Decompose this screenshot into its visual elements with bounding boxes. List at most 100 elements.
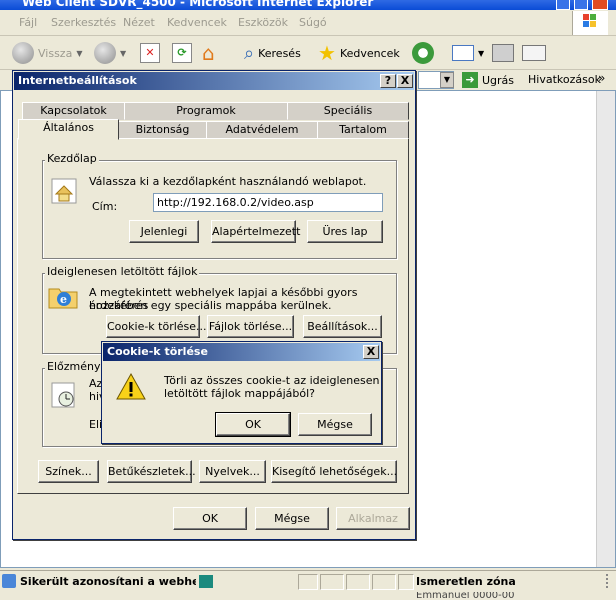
go-arrow-icon: ➜ [462, 72, 478, 88]
apply-button[interactable]: Alkalmaz [336, 507, 410, 530]
menu-help[interactable]: Súgó [299, 16, 327, 29]
history-icon [49, 380, 79, 410]
temp-files-group-label: Ideiglenesen letöltött fájlok [45, 265, 200, 278]
chevron-down-icon: ▼ [478, 48, 485, 58]
chevron-right-icon[interactable]: » [598, 71, 605, 85]
go-label: Ugrás [482, 73, 515, 87]
tab-advanced[interactable]: Speciális [287, 102, 409, 120]
zone-label: Ismeretlen zóna [416, 575, 516, 588]
home-page-group-label: Kezdőlap [45, 152, 99, 165]
home-page-address-input[interactable]: http://192.168.0.2/video.asp [153, 193, 383, 212]
delete-cookies-dialog: Cookie-k törlése X Törli az összes cooki… [101, 341, 382, 444]
fonts-button[interactable]: Betűkészletek... [107, 460, 196, 483]
cookie-dialog-title: Cookie-k törlése [107, 345, 208, 358]
search-button[interactable]: ⌕ Keresés [244, 41, 301, 65]
cookie-close-button[interactable]: X [363, 345, 379, 359]
forward-button[interactable]: ▼ [94, 41, 126, 65]
address-dropdown-icon[interactable]: ▼ [440, 72, 454, 88]
delete-cookies-button[interactable]: Cookie-k törlése... [106, 315, 207, 338]
refresh-icon: ⟳ [172, 43, 192, 63]
mail-button[interactable]: ▼ [452, 41, 484, 65]
menu-tools[interactable]: Eszközök [238, 16, 288, 29]
vertical-scrollbar[interactable] [596, 91, 615, 567]
search-label: Keresés [258, 46, 301, 60]
help-button[interactable]: ? [380, 74, 396, 88]
back-label: Vissza [38, 46, 73, 60]
use-current-button[interactable]: Jelenlegi [129, 220, 199, 243]
menu-view[interactable]: Nézet [123, 16, 155, 29]
forward-arrow-icon [94, 42, 116, 64]
tab-general[interactable]: Általános [18, 119, 119, 140]
chevron-down-icon: ▼ [120, 48, 127, 58]
tab-programs[interactable]: Programok [124, 102, 288, 120]
star-icon: ★ [318, 41, 336, 65]
status-segment [346, 574, 370, 590]
chevron-down-icon: ▼ [76, 48, 83, 58]
cookie-message-2: letöltött fájlok mappájából? [164, 387, 315, 400]
status-segment [372, 574, 396, 590]
refresh-button[interactable]: ⟳ [172, 41, 192, 65]
cookie-cancel-button[interactable]: Mégse [298, 413, 372, 436]
stop-button[interactable]: ✕ [140, 41, 160, 65]
temp-files-description-2: érdekében egy speciális mappába kerülnek… [89, 299, 332, 312]
temp-settings-button[interactable]: Beállítások... [303, 315, 382, 338]
home-page-description: Válassza ki a kezdőlapként használandó w… [89, 175, 367, 188]
cancel-button[interactable]: Mégse [255, 507, 329, 530]
status-bar: Sikerült azonosítani a webhe Ismeretlen … [0, 570, 616, 592]
printer-icon [492, 44, 514, 62]
status-segment [398, 574, 414, 590]
delete-files-button[interactable]: Fájlok törlése... [207, 315, 294, 338]
close-button[interactable]: X [397, 74, 413, 88]
minimize-icon[interactable] [556, 0, 570, 10]
history-button[interactable] [412, 41, 434, 65]
progress-bar [199, 575, 213, 588]
dialog-title: Internetbeállítások [18, 74, 137, 87]
ie-title-bar: Web Client SDVR_4500 - Microsoft Interne… [0, 0, 616, 10]
cookie-dialog-title-bar: Cookie-k törlése X [103, 343, 380, 361]
accessibility-button[interactable]: Kisegítő lehetőségek... [271, 460, 397, 483]
resize-grip[interactable] [594, 574, 608, 588]
favorites-label: Kedvencek [339, 46, 400, 60]
home-button[interactable]: ⌂ [202, 41, 215, 65]
warning-icon [116, 372, 146, 402]
menu-edit[interactable]: Szerkesztés [51, 16, 116, 29]
tab-connections[interactable]: Kapcsolatok [22, 102, 125, 120]
svg-text:e: e [60, 293, 67, 306]
favorites-button[interactable]: ★ Kedvencek [318, 41, 400, 65]
home-icon: ⌂ [202, 41, 215, 65]
windows-logo-icon [572, 11, 608, 35]
tab-content[interactable]: Tartalom [317, 121, 409, 139]
ie-page-icon [2, 574, 16, 588]
history-icon [412, 42, 434, 64]
go-button[interactable]: ➜ Ugrás [462, 71, 514, 89]
internet-options-dialog: Internetbeállítások ? X Kapcsolatok Prog… [12, 70, 416, 540]
cookie-ok-button[interactable]: OK [215, 412, 291, 437]
menu-favorites[interactable]: Kedvencek [167, 16, 227, 29]
search-icon: ⌕ [244, 42, 255, 64]
use-default-button[interactable]: Alapértelmezett [211, 220, 300, 243]
edit-page-icon [522, 45, 546, 61]
links-label[interactable]: Hivatkozások [528, 73, 601, 86]
languages-button[interactable]: Nyelvek... [199, 460, 266, 483]
print-button[interactable] [492, 41, 514, 65]
use-blank-button[interactable]: Üres lap [307, 220, 383, 243]
cookie-message-1: Törli az összes cookie-t az ideiglenesen [164, 374, 380, 387]
edit-button[interactable] [522, 41, 546, 65]
tab-privacy[interactable]: Adatvédelem [206, 121, 318, 139]
maximize-icon[interactable] [574, 0, 588, 10]
menu-bar: Fájl Szerkesztés Nézet Kedvencek Eszközö… [0, 10, 616, 36]
home-page-icon [49, 176, 79, 206]
mail-icon [452, 45, 474, 61]
status-segment [298, 574, 318, 590]
close-icon[interactable] [592, 0, 608, 10]
back-button[interactable]: Vissza ▼ [12, 41, 82, 65]
temp-folder-icon: e [47, 281, 81, 311]
toolbar: Vissza ▼ ▼ ✕ ⟳ ⌂ ⌕ Keresés ★ Kedvencek ▼ [0, 36, 616, 70]
menu-file[interactable]: Fájl [19, 16, 37, 29]
status-segment [320, 574, 344, 590]
tab-security[interactable]: Biztonság [118, 121, 207, 139]
ok-button[interactable]: OK [173, 507, 247, 530]
dialog-title-bar: Internetbeállítások ? X [14, 72, 414, 90]
background-text: Emmanuel 0000-00 [416, 592, 515, 600]
colors-button[interactable]: Színek... [38, 460, 99, 483]
